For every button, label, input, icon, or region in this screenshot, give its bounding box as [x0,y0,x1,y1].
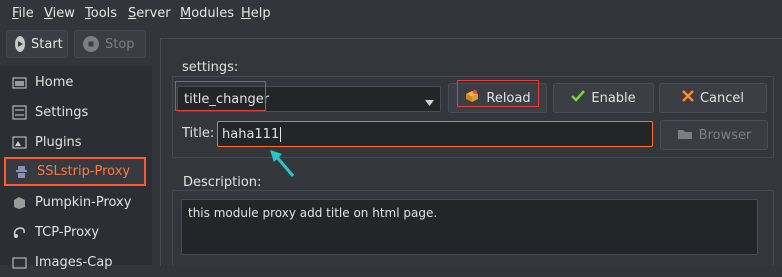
title-label: Title: [182,126,215,141]
sidebar-item-settings[interactable]: Settings [4,98,146,127]
menu-tools[interactable]: Tools [85,6,117,21]
check-icon [571,90,586,106]
plugin-select[interactable]: title_changer [177,86,441,112]
sidebar-item-images-cap[interactable]: Images-Cap [4,248,146,277]
text-cursor [280,126,282,142]
images-cap-icon [12,255,27,270]
annotation-arrow [268,148,298,180]
stop-button[interactable]: Stop [74,30,146,58]
menu-help[interactable]: Help [241,6,271,21]
cancel-button[interactable]: Cancel [659,83,767,113]
menu-bar: File View Tools Server Modules Help [0,0,782,28]
x-icon [682,90,694,106]
reload-button[interactable]: Reload [448,83,547,113]
enable-button[interactable]: Enable [553,83,654,113]
browser-button[interactable]: Browser [660,120,768,150]
sidebar-item-plugins[interactable]: Plugins [4,128,146,157]
description-title: Description: [183,175,262,190]
dropdown-arrow-icon [425,95,434,110]
sidebar-item-pumpkin-proxy[interactable]: Pumpkin-Proxy [4,188,146,217]
stop-icon [83,36,99,52]
menu-file[interactable]: File [12,6,34,21]
title-input[interactable]: haha111 [217,121,653,147]
folder-icon [677,127,693,144]
menu-modules[interactable]: Modules [180,6,234,21]
home-icon [12,75,27,90]
spy-icon [14,164,29,179]
sidebar-item-home[interactable]: Home [4,68,146,97]
settings-group-title: settings: [182,60,239,75]
menu-server[interactable]: Server [128,6,171,21]
settings-icon [12,105,27,120]
play-icon [15,36,25,52]
tcp-proxy-icon [12,225,27,240]
menu-view[interactable]: View [44,6,75,21]
sidebar: Home Settings Plugins SSLstrip-Proxy Pum… [0,66,152,270]
pumpkin-proxy-icon [12,195,27,210]
start-button[interactable]: Start [6,30,68,58]
description-textarea[interactable]: this module proxy add title on html page… [181,199,758,255]
sidebar-item-tcp-proxy[interactable]: TCP-Proxy [4,218,146,247]
reload-box-icon [464,89,480,107]
sidebar-item-sslstrip-proxy[interactable]: SSLstrip-Proxy [4,157,146,186]
plugins-icon [12,135,27,150]
